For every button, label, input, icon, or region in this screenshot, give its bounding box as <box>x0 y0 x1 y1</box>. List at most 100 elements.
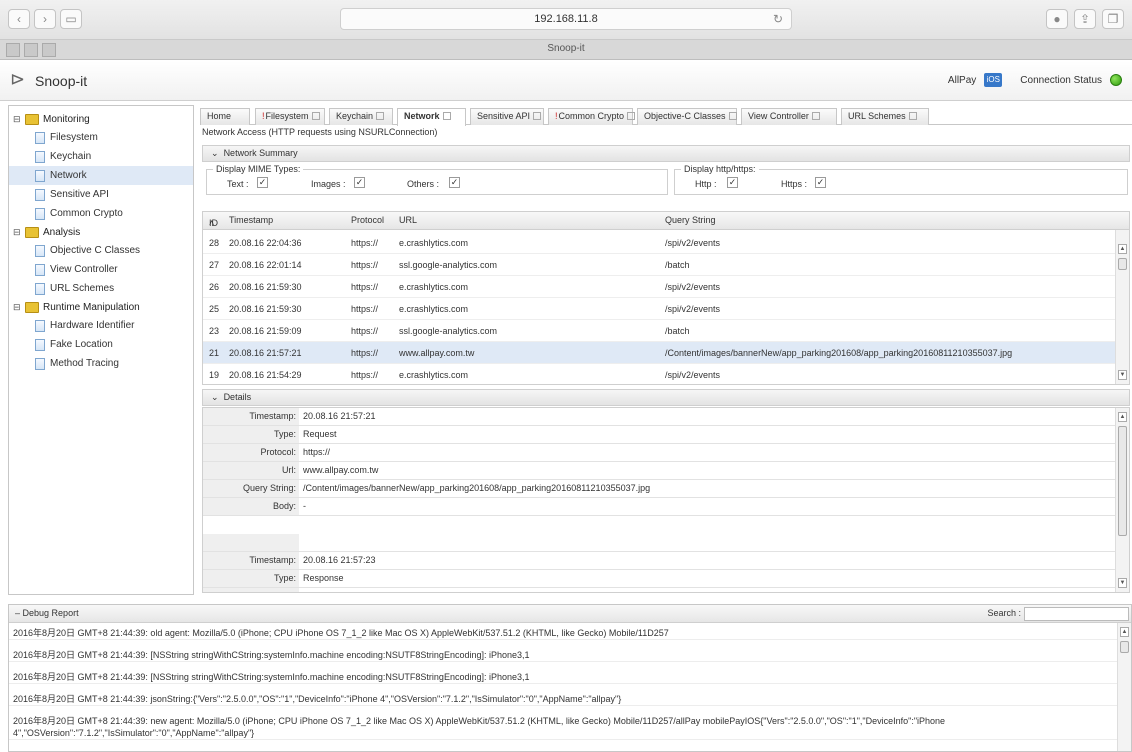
cell-id: 21 <box>209 348 220 358</box>
cell-query: /Content/images/bannerNew/app_parking201… <box>665 348 1013 358</box>
close-tab-icon[interactable] <box>728 112 737 120</box>
tab-label: Filesystem <box>265 111 309 121</box>
sidebar-button[interactable]: ▭ <box>60 9 82 29</box>
scroll-up-icon[interactable]: ▲ <box>1120 627 1129 637</box>
detail-row: Query String:/Content/images/bannerNew/a… <box>203 480 1115 498</box>
http-checkbox[interactable]: ✓ <box>727 177 738 188</box>
page-icon <box>35 357 45 370</box>
table-row[interactable]: 23 20.08.16 21:59:09 https:// ssl.google-an… <box>203 320 1115 342</box>
details-header[interactable]: ⌄ Details <box>202 389 1130 406</box>
sidebar-item[interactable]: Objective C Classes <box>9 241 193 260</box>
tab[interactable]: Sensitive API <box>470 108 544 125</box>
detail-key: Body: <box>203 498 299 516</box>
address-bar[interactable]: 192.168.11.8 ↻ <box>340 8 792 30</box>
tab-bar: Home !Filesystem Keychain Network Sensitive … <box>200 105 1132 126</box>
table-row[interactable]: 26 20.08.16 21:59:30 https:// e.crashlytics… <box>203 276 1115 298</box>
cell-query: /batch <box>665 326 690 336</box>
sidebar-item[interactable]: Keychain <box>9 147 193 166</box>
tab[interactable]: Home <box>200 108 250 125</box>
scroll-thumb[interactable] <box>1120 641 1129 653</box>
sidebar-group[interactable]: ⊟ Analysis <box>9 223 193 241</box>
tree-expand-icon[interactable]: ⊟ <box>13 114 23 125</box>
sidebar-item[interactable]: Fake Location <box>9 335 193 354</box>
column-query-string[interactable]: Query String <box>665 215 716 225</box>
sidebar-item[interactable]: Common Crypto <box>9 204 193 223</box>
tabs-button[interactable]: ❐ <box>1102 9 1124 29</box>
back-button[interactable]: ‹ <box>8 9 30 29</box>
scroll-up-icon[interactable]: ▲ <box>1118 412 1127 422</box>
app-title: Snoop-it <box>35 73 88 89</box>
cell-timestamp: 20.08.16 21:54:29 <box>229 370 302 380</box>
column-url[interactable]: URL <box>399 215 417 225</box>
close-tab-icon[interactable] <box>376 112 385 120</box>
tree-expand-icon[interactable]: ⊟ <box>13 302 23 313</box>
detail-key: Protocol: <box>203 444 299 462</box>
mime-others-checkbox[interactable]: ✓ <box>449 177 460 188</box>
cell-timestamp: 20.08.16 21:57:21 <box>229 348 302 358</box>
column-protocol[interactable]: Protocol <box>351 215 384 225</box>
sidebar-group[interactable]: ⊟ Runtime Manipulation <box>9 298 193 316</box>
sidebar-item[interactable]: Sensitive API <box>9 185 193 204</box>
debug-scrollbar[interactable]: ▲ <box>1117 623 1131 751</box>
details-scrollbar[interactable]: ▲ ▼ <box>1115 408 1129 592</box>
network-summary-header[interactable]: ⌄ Network Summary <box>202 145 1130 162</box>
close-tab-icon[interactable] <box>908 112 917 120</box>
table-row[interactable]: 27 20.08.16 22:01:14 https:// ssl.google-an… <box>203 254 1115 276</box>
mime-text-checkbox[interactable]: ✓ <box>257 177 268 188</box>
debug-report-header[interactable]: – Debug Report Search : <box>9 605 1131 623</box>
tab[interactable]: Network <box>397 108 466 126</box>
reader-button[interactable]: ● <box>1046 9 1068 29</box>
page-icon <box>35 282 45 295</box>
table-scrollbar[interactable]: ▲ ▼ <box>1115 230 1129 384</box>
reload-icon[interactable]: ↻ <box>773 9 783 29</box>
folder-icon <box>25 301 39 313</box>
table-row[interactable]: 19 20.08.16 21:54:29 https:// e.crashlytics… <box>203 364 1115 384</box>
debug-search-input[interactable] <box>1024 607 1129 621</box>
mime-images-checkbox[interactable]: ✓ <box>354 177 365 188</box>
browser-tab-title[interactable]: Snoop-it <box>0 43 1132 54</box>
sidebar-group[interactable]: ⊟ Monitoring <box>9 110 193 128</box>
tab[interactable]: Keychain <box>329 108 393 125</box>
scroll-down-icon[interactable]: ▼ <box>1118 370 1127 380</box>
sidebar-item[interactable]: Method Tracing <box>9 354 193 373</box>
sidebar-item-label: Filesystem <box>50 132 98 143</box>
sidebar-item[interactable]: Hardware Identifier <box>9 316 193 335</box>
forward-button[interactable]: › <box>34 9 56 29</box>
sidebar-item[interactable]: View Controller <box>9 260 193 279</box>
page-icon <box>35 188 45 201</box>
mime-images-label: Images : <box>311 179 346 189</box>
sidebar-item[interactable]: Network <box>9 166 193 185</box>
share-button[interactable]: ⇪ <box>1074 9 1096 29</box>
close-tab-icon[interactable] <box>811 112 820 120</box>
sidebar-item-label: Method Tracing <box>50 358 119 369</box>
scroll-thumb[interactable] <box>1118 426 1127 536</box>
scroll-up-icon[interactable]: ▲ <box>1118 244 1127 254</box>
cell-protocol: https:// <box>351 260 379 270</box>
tab[interactable]: Objective-C Classes <box>637 108 737 125</box>
tab[interactable]: !Filesystem <box>255 108 325 125</box>
close-tab-icon[interactable] <box>627 112 636 120</box>
address-text: 192.168.11.8 <box>534 13 598 25</box>
table-row[interactable]: 21 20.08.16 21:57:21 https:// www.allpay.co… <box>203 342 1115 364</box>
close-tab-icon[interactable] <box>311 112 320 120</box>
scroll-down-icon[interactable]: ▼ <box>1118 578 1127 588</box>
tab[interactable]: URL Schemes <box>841 108 929 125</box>
tab-label: URL Schemes <box>848 111 906 121</box>
folder-icon <box>25 226 39 238</box>
close-tab-icon[interactable] <box>533 112 542 120</box>
tab[interactable]: !Common Crypto <box>548 108 636 125</box>
alert-icon: ! <box>262 111 265 121</box>
detail-row: Protocol: https:// <box>203 444 1115 462</box>
close-tab-icon[interactable] <box>442 112 451 120</box>
scroll-thumb[interactable] <box>1118 258 1127 270</box>
tree-expand-icon[interactable]: ⊟ <box>13 227 23 238</box>
table-row[interactable]: 25 20.08.16 21:59:30 https:// e.crashlytics… <box>203 298 1115 320</box>
tab[interactable]: View Controller <box>741 108 837 125</box>
sidebar-item[interactable]: URL Schemes <box>9 279 193 298</box>
sidebar-item-label: Sensitive API <box>50 189 109 200</box>
https-checkbox[interactable]: ✓ <box>815 177 826 188</box>
cell-query: /spi/v2/events <box>665 304 721 314</box>
sidebar-item[interactable]: Filesystem <box>9 128 193 147</box>
column-timestamp[interactable]: Timestamp <box>229 215 273 225</box>
table-row[interactable]: 28 20.08.16 22:04:36 https:// e.crashlytics… <box>203 232 1115 254</box>
